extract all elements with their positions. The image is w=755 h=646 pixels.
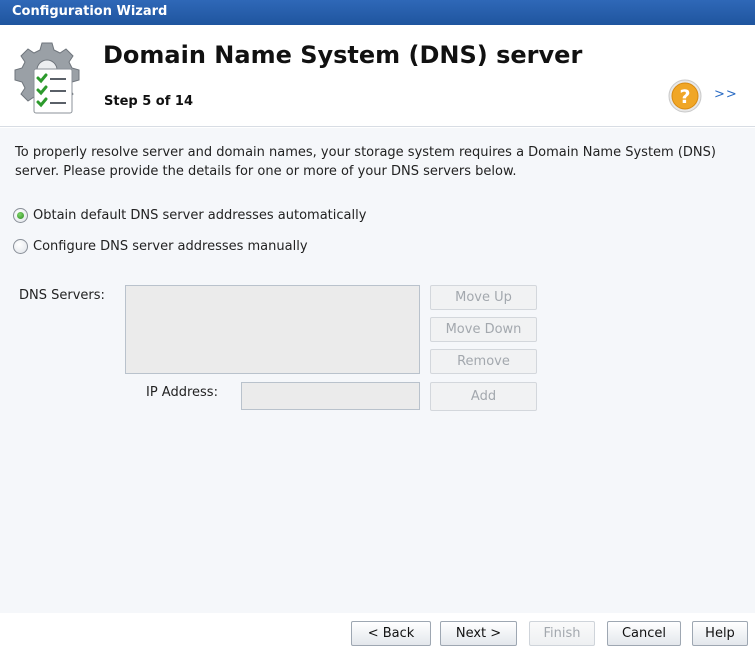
window-title: Configuration Wizard [12,4,168,19]
ip-address-label: IP Address: [146,385,218,400]
svg-text:?: ? [679,86,690,108]
window-titlebar: Configuration Wizard [0,0,755,25]
page-title: Domain Name System (DNS) server [103,41,583,69]
wizard-footer: < Back Next > Finish Cancel Help [0,613,755,646]
dns-servers-list[interactable] [125,285,420,374]
radio-button-unselected[interactable] [13,239,28,254]
add-button[interactable]: Add [430,382,537,411]
expand-link[interactable]: >> [714,87,738,102]
radio-manual-dns[interactable]: Configure DNS server addresses manually [13,239,308,254]
radio-auto-label: Obtain default DNS server addresses auto… [33,208,367,223]
radio-auto-dns[interactable]: Obtain default DNS server addresses auto… [13,208,366,223]
dns-servers-label: DNS Servers: [19,288,105,303]
move-down-button[interactable]: Move Down [430,317,537,342]
question-mark-icon[interactable]: ? [668,79,702,113]
intro-text: To properly resolve server and domain na… [15,145,716,179]
next-button[interactable]: Next > [440,621,517,646]
finish-button[interactable]: Finish [529,621,595,646]
step-indicator: Step 5 of 14 [104,94,194,109]
move-up-button[interactable]: Move Up [430,285,537,310]
wizard-header: Domain Name System (DNS) server Step 5 o… [0,25,755,127]
remove-button[interactable]: Remove [430,349,537,374]
back-button[interactable]: < Back [351,621,431,646]
cancel-button[interactable]: Cancel [607,621,681,646]
radio-button-selected[interactable] [13,208,28,223]
radio-manual-label: Configure DNS server addresses manually [33,239,308,254]
wizard-content: To properly resolve server and domain na… [0,128,755,613]
ip-address-input[interactable] [241,382,420,410]
help-button[interactable]: Help [692,621,748,646]
gear-checklist-icon [14,42,80,114]
